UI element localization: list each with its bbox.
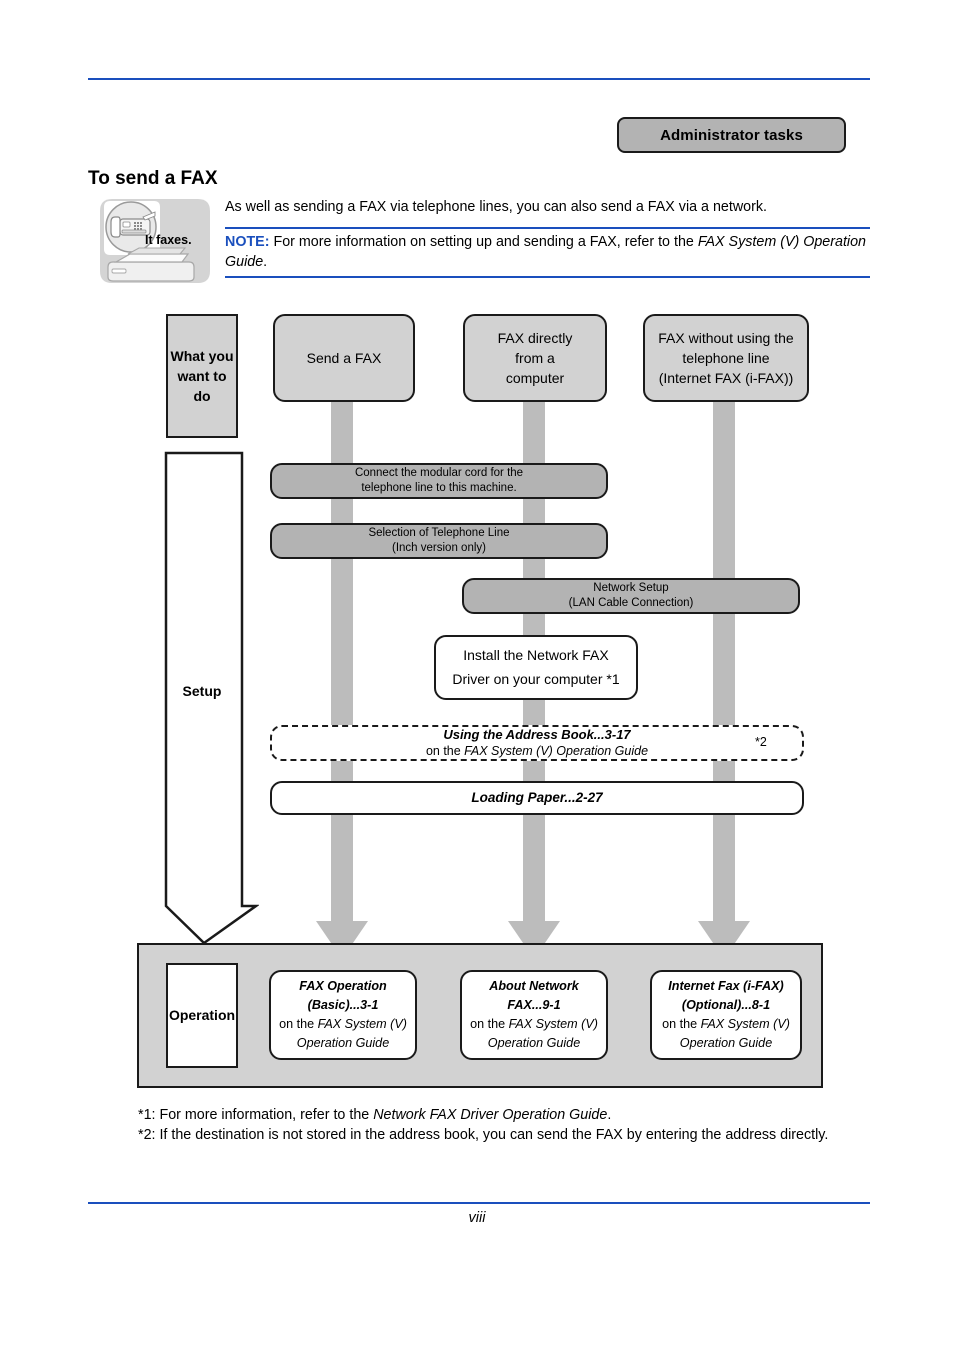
- footnote-1-suffix: .: [607, 1107, 612, 1123]
- goal-box-3-line1: FAX without using the: [658, 329, 794, 346]
- address-book-title: Using the Address Book...3-17: [443, 726, 631, 742]
- goal-box-3-line3: (Internet FAX (i-FAX)): [658, 370, 794, 387]
- operation-box-internet-fax: Internet Fax (i-FAX) (Optional)...8-1 on…: [650, 970, 802, 1060]
- footnote-2: *2: If the destination is not stored in …: [138, 1127, 829, 1144]
- operation-box-fax-operation-basic: FAX Operation (Basic)...3-1 on the FAX S…: [269, 970, 417, 1060]
- operation-box-2-sub-prefix: on the: [470, 1017, 509, 1031]
- setup-step-2-line1: Selection of Telephone Line: [368, 527, 510, 540]
- fax-flowchart: What you want to do Setup Operation Send…: [0, 0, 954, 1350]
- goal-box-internet-fax: FAX without using the telephone line (In…: [643, 314, 809, 402]
- address-book-footnote-mark: *2: [755, 735, 767, 749]
- address-book-sub-italic: FAX System (V) Operation Guide: [464, 744, 649, 759]
- goal-box-send-a-fax: Send a FAX: [273, 314, 415, 402]
- operation-box-1-title1: FAX Operation: [299, 978, 387, 993]
- operation-box-3-title2: (Optional)...8-1: [681, 997, 771, 1012]
- loading-paper-title: Loading Paper...2-27: [471, 790, 603, 806]
- page-number: viii: [468, 1210, 486, 1226]
- operation-box-1-title2: (Basic)...3-1: [307, 997, 379, 1012]
- footnote-1-prefix: *1: For more information, refer to the: [138, 1107, 374, 1123]
- setup-step-network-setup: Network Setup (LAN Cable Connection): [462, 578, 800, 614]
- row-label-what-line1: What: [170, 347, 205, 364]
- goal-box-fax-from-computer: FAX directly from a computer: [463, 314, 607, 402]
- setup-step-selection-of-telephone-line: Selection of Telephone Line (Inch versio…: [270, 523, 608, 559]
- operation-box-2-title2: FAX...9-1: [507, 997, 561, 1012]
- goal-box-1-line1: Send a FAX: [306, 349, 382, 366]
- setup-step-install-network-fax-driver: Install the Network FAX Driver on your c…: [434, 635, 638, 700]
- setup-step-connect-modular-cord: Connect the modular cord for the telepho…: [270, 463, 608, 499]
- setup-step-3-line1: Network Setup: [593, 582, 669, 595]
- reference-box-loading-paper: Loading Paper...2-27: [270, 781, 804, 815]
- operation-box-2-sub-italic2: Operation Guide: [487, 1036, 581, 1051]
- operation-box-1-sub-prefix: on the: [279, 1017, 318, 1031]
- reference-box-address-book: Using the Address Book...3-17 on the FAX…: [270, 725, 804, 761]
- operation-box-2-title1: About Network: [489, 978, 579, 993]
- setup-step-3-line2: (LAN Cable Connection): [568, 597, 694, 609]
- operation-box-3-sub-italic2: Operation Guide: [679, 1036, 773, 1051]
- row-label-operation: Operation: [166, 963, 238, 1068]
- setup-step-1-line1: Connect the modular cord for the: [354, 467, 524, 480]
- goal-box-3-line2: telephone line: [682, 349, 770, 366]
- footnote-1: *1: For more information, refer to the N…: [138, 1105, 838, 1125]
- operation-box-3-sub-italic1: FAX System (V): [700, 1017, 790, 1031]
- connector-column-3: [713, 400, 735, 934]
- operation-box-3-sub-prefix: on the: [662, 1017, 701, 1031]
- footnote-1-italic: Network FAX Driver Operation Guide: [373, 1107, 608, 1123]
- operation-box-2-sub-italic1: FAX System (V): [508, 1017, 598, 1031]
- fax-icon-caption: It faxes.: [145, 233, 192, 247]
- goal-box-2-line1: FAX directly: [497, 329, 573, 346]
- row-label-what-you-want-to-do: What you want to do: [166, 314, 238, 438]
- operation-box-1-sub-italic1: FAX System (V): [317, 1017, 407, 1031]
- goal-box-2-line2: from a: [515, 349, 555, 366]
- footnotes: *1: For more information, refer to the N…: [138, 1105, 838, 1146]
- address-book-sub-prefix: on the: [425, 744, 465, 759]
- setup-step-4-line2: Driver on your computer *1: [452, 670, 620, 687]
- document-page: Administrator tasks To send a FAX It fax…: [0, 0, 954, 1350]
- row-label-setup: Setup: [182, 683, 222, 699]
- goal-box-2-line3: computer: [505, 370, 565, 387]
- footer-rule: [88, 1202, 870, 1204]
- setup-step-2-line2: (Inch version only): [392, 542, 486, 554]
- setup-step-4-line1: Install the Network FAX: [463, 646, 609, 663]
- operation-box-about-network-fax: About Network FAX...9-1 on the FAX Syste…: [460, 970, 608, 1060]
- operation-box-1-sub-italic2: Operation Guide: [296, 1036, 390, 1051]
- setup-step-1-line2: telephone line to this machine.: [361, 482, 517, 494]
- operation-box-3-title1: Internet Fax (i-FAX): [668, 978, 784, 993]
